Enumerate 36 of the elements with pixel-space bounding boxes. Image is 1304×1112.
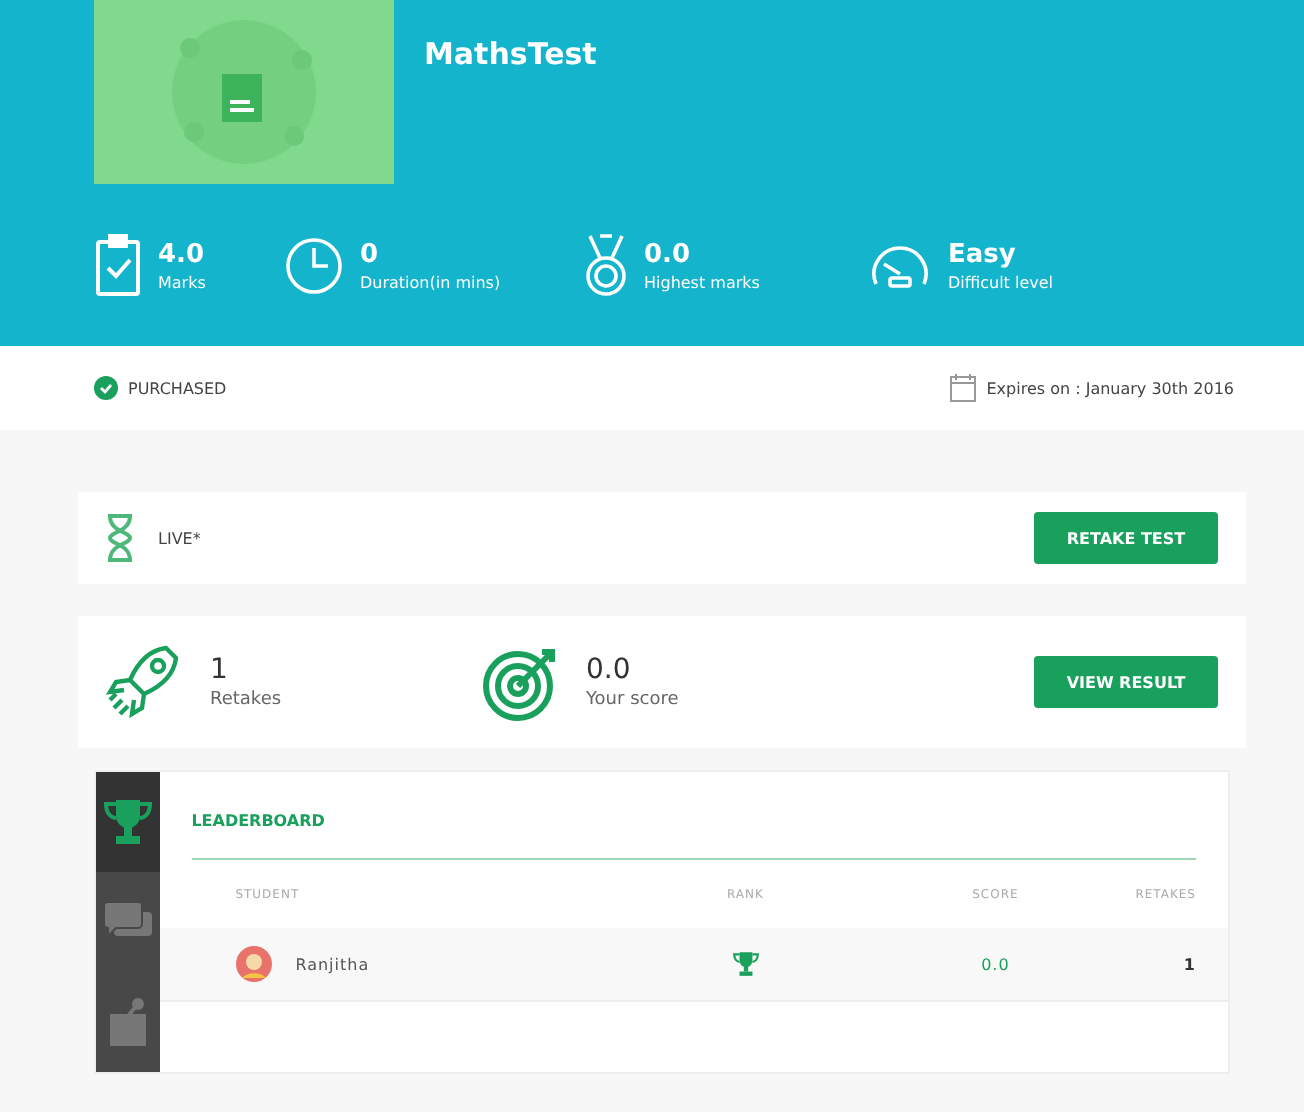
check-circle-icon — [94, 376, 118, 400]
medal-icon — [584, 234, 628, 298]
purchased-status: PURCHASED — [128, 379, 227, 397]
trophy-icon — [101, 798, 154, 846]
retakes-label: Retakes — [210, 690, 282, 710]
rocket-icon — [106, 642, 182, 722]
stat-value: 4.0 — [158, 240, 206, 270]
clipboard-check-icon — [94, 234, 142, 298]
sidebar-tab[interactable] — [96, 972, 160, 1072]
stat-label: Duration(in mins) — [360, 274, 501, 292]
test-title: MathsTest — [424, 36, 597, 76]
score-label: Your score — [586, 690, 679, 710]
hourglass-icon — [106, 514, 134, 562]
expiry-date: Expires on : January 30th 2016 — [986, 379, 1234, 397]
stat-value: 0.0 — [644, 240, 693, 270]
retake-test-button[interactable]: RETAKE TEST — [1034, 512, 1218, 564]
live-status: LIVE* — [158, 529, 201, 547]
sidebar-tab[interactable] — [96, 772, 160, 872]
sidebar-tab[interactable] — [96, 872, 160, 972]
calendar-icon — [950, 374, 977, 402]
notice-board-icon — [105, 996, 150, 1048]
speedometer-icon — [868, 240, 932, 292]
retakes-cell-text: 1 — [1181, 955, 1196, 973]
retakes-count: 1 — [210, 654, 230, 686]
avatar-icon — [235, 946, 272, 982]
student-name: Ranjitha — [295, 955, 370, 973]
stat-label: Marks — [158, 274, 206, 292]
stat-value: Easy — [948, 240, 1018, 270]
trophy-icon — [731, 950, 760, 978]
clock-icon — [284, 236, 344, 296]
score-cell-text: 0.0 — [979, 955, 1012, 973]
stat-label: Difficult level — [948, 274, 1054, 292]
score-value: 0.0 — [586, 654, 633, 686]
stat-label: Highest marks — [644, 274, 760, 292]
stat-value: 0 — [360, 240, 381, 270]
view-result-button[interactable]: VIEW RESULT — [1034, 656, 1218, 708]
